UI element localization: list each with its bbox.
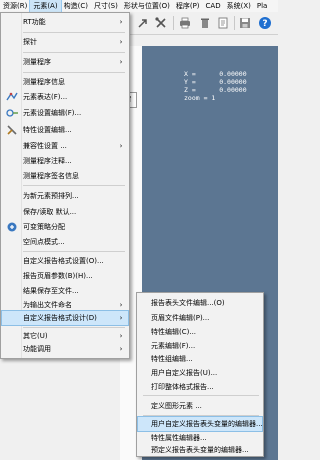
menu-separator: [143, 415, 259, 416]
menu-item-custom-report-format-settings[interactable]: 自定义报告格式设置(O)...: [2, 254, 128, 268]
submenu-item-user-custom-report[interactable]: 用户自定义报告(U)...: [138, 366, 262, 380]
menu-item-custom-report-format-design[interactable]: 自定义报告格式设计(D) ›: [1, 310, 129, 326]
menu-item-name-output-file[interactable]: 为输出文件命名 ›: [2, 298, 128, 312]
readout-y: Y = 0.00000: [184, 78, 247, 86]
characteristic-settings-icon: [5, 123, 19, 137]
print-icon[interactable]: [178, 16, 192, 30]
chevron-right-icon: ›: [119, 142, 123, 150]
help-icon[interactable]: ?: [258, 16, 272, 30]
save-icon[interactable]: [238, 16, 252, 30]
chevron-right-icon: ›: [119, 314, 123, 322]
menu-item-report-header-params[interactable]: 报告页眉参数(B)(H)...: [2, 269, 128, 283]
menu-resources[interactable]: 资源(R): [0, 0, 30, 12]
feature-settings-icon: [5, 106, 19, 120]
menu-form-position[interactable]: 形状与位置(O): [121, 0, 173, 12]
submenu-item-user-header-variable-editor[interactable]: 用户自定义报告表头变量的编辑器...: [137, 416, 263, 432]
readout-zoom: zoom = 1: [184, 94, 216, 102]
variable-strategy-icon: [5, 220, 19, 234]
menu-size[interactable]: 尺寸(S): [91, 0, 121, 12]
menu-item-space-point-mode[interactable]: 空间点模式...: [2, 235, 128, 249]
report-design-submenu: 报告表头文件编辑...(O) 页眉文件编辑(P)... 特性编辑(C)... 元…: [136, 292, 264, 457]
chevron-right-icon: ›: [119, 332, 123, 340]
menu-item-save-results-to-file[interactable]: 结果保存至文件...: [2, 284, 128, 298]
elements-dropdown-menu: RT功能 › 探针 › 测量程序 › 测量程序信息 元素表达(F)... 元素设置编辑…: [0, 12, 130, 359]
submenu-item-characteristic-group-edit[interactable]: 特性组编辑...: [138, 352, 262, 366]
menu-separator: [143, 395, 259, 396]
submenu-item-define-graphic-elements[interactable]: 定义图形元素 ...: [138, 399, 262, 413]
document-icon[interactable]: [216, 16, 230, 30]
toolbar-separator: [234, 16, 235, 30]
menu-item-measurement-program[interactable]: 测量程序 ›: [2, 55, 128, 69]
menu-elements[interactable]: 元素(A): [29, 0, 62, 12]
chevron-right-icon: ›: [119, 301, 123, 309]
delete-icon[interactable]: [198, 16, 212, 30]
toolbar-separator: [173, 16, 174, 30]
menu-separator: [23, 72, 125, 73]
chevron-right-icon: ›: [119, 38, 123, 46]
menu-program[interactable]: 程序(P): [173, 0, 203, 12]
menu-separator: [23, 185, 125, 186]
menu-separator: [23, 52, 125, 53]
tools-icon[interactable]: [154, 16, 168, 30]
menu-cad[interactable]: CAD: [203, 0, 224, 12]
menu-item-probe[interactable]: 探针 ›: [2, 35, 128, 49]
submenu-item-feature-edit[interactable]: 元素编辑(F)...: [138, 339, 262, 353]
menu-planner[interactable]: Pla: [254, 0, 270, 12]
readout-z: Z = 0.00000: [184, 86, 247, 94]
chevron-right-icon: ›: [119, 345, 123, 353]
menu-item-program-comment[interactable]: 测量程序注释...: [2, 154, 128, 168]
menu-item-function-call[interactable]: 功能调用 ›: [2, 342, 128, 356]
submenu-item-print-overall-format-report[interactable]: 打印整体格式报告...: [138, 380, 262, 394]
menu-item-compatibility-settings[interactable]: 兼容性设置 ... ›: [2, 139, 128, 153]
menu-system[interactable]: 系统(X): [224, 0, 254, 12]
menu-construct[interactable]: 构造(C): [61, 0, 91, 12]
menu-item-feature-expression[interactable]: 元素表达(F)...: [2, 90, 128, 104]
menu-item-program-info[interactable]: 测量程序信息: [2, 75, 128, 89]
menu-item-other[interactable]: 其它(U) ›: [2, 329, 128, 343]
svg-text:?: ?: [262, 19, 267, 29]
menu-item-feature-settings-edit[interactable]: 元素设置编辑(F)...: [2, 106, 128, 120]
menu-separator: [23, 32, 125, 33]
menu-item-characteristic-settings[interactable]: 特性设置编辑...: [2, 123, 128, 137]
toolbar: ?: [120, 12, 278, 35]
feature-expression-icon: [5, 90, 19, 104]
chevron-right-icon: ›: [119, 18, 123, 26]
menu-item-program-signature[interactable]: 测量程序签名信息: [2, 169, 128, 183]
arrow-tool-icon[interactable]: [136, 16, 150, 30]
menu-separator: [23, 251, 125, 252]
menu-item-rt-function[interactable]: RT功能 ›: [2, 15, 128, 29]
menu-separator: [23, 327, 125, 328]
menu-item-save-load-defaults[interactable]: 保存/读取 默认...: [2, 205, 128, 219]
menu-item-variable-strategy[interactable]: 可变策略分配: [2, 220, 128, 234]
submenu-item-predefined-header-variable-editor[interactable]: 预定义报告表头变量的编辑器...: [138, 443, 262, 457]
coordinate-readout: X = 0.00000 Y = 0.00000 Z = 0.00000 zoom…: [184, 70, 247, 102]
menu-item-prearrange-new-feature[interactable]: 为新元素预排列...: [2, 189, 128, 203]
submenu-item-page-header-file-edit[interactable]: 页眉文件编辑(P)...: [138, 311, 262, 325]
submenu-item-characteristic-edit[interactable]: 特性编辑(C)...: [138, 325, 262, 339]
readout-x: X = 0.00000: [184, 70, 247, 78]
chevron-right-icon: ›: [119, 58, 123, 66]
submenu-item-report-header-file-edit[interactable]: 报告表头文件编辑...(O): [138, 296, 262, 310]
